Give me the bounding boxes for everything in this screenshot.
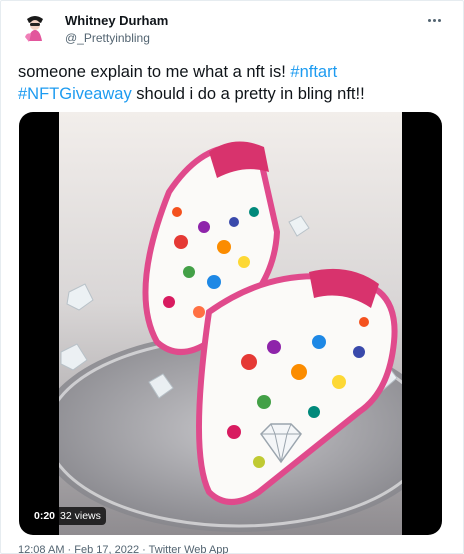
avatar[interactable] <box>18 11 52 45</box>
video-frame <box>59 112 402 535</box>
hashtag-link[interactable]: #NFTGiveaway <box>18 85 132 103</box>
avatar-image <box>18 11 52 45</box>
tweet-text-part: should i do a pretty in bling nft!! <box>131 85 365 103</box>
video-duration: 0:20 <box>34 510 56 522</box>
more-dot <box>437 18 441 22</box>
display-name[interactable]: Whitney Durham <box>65 13 168 28</box>
tweet-text-part: someone explain to me what a nft is! <box>18 63 291 81</box>
video-duration-badge: 0:20 32 views <box>29 507 106 525</box>
hashtag-link[interactable]: #nftart <box>290 63 337 81</box>
more-horizontal-icon[interactable] <box>425 13 443 27</box>
video-player[interactable]: 0:20 32 views <box>19 112 442 535</box>
more-dot <box>427 18 431 22</box>
tweet-text: someone explain to me what a nft is! #nf… <box>18 61 448 105</box>
tweet-card: Whitney Durham @_Prettyinbling someone e… <box>0 0 464 554</box>
video-views: 32 views <box>60 510 101 522</box>
tweet-timestamp[interactable]: 12:08 AM · Feb 17, 2022 · Twitter Web Ap… <box>18 544 229 554</box>
user-handle[interactable]: @_Prettyinbling <box>65 31 150 45</box>
more-dot <box>432 18 436 22</box>
